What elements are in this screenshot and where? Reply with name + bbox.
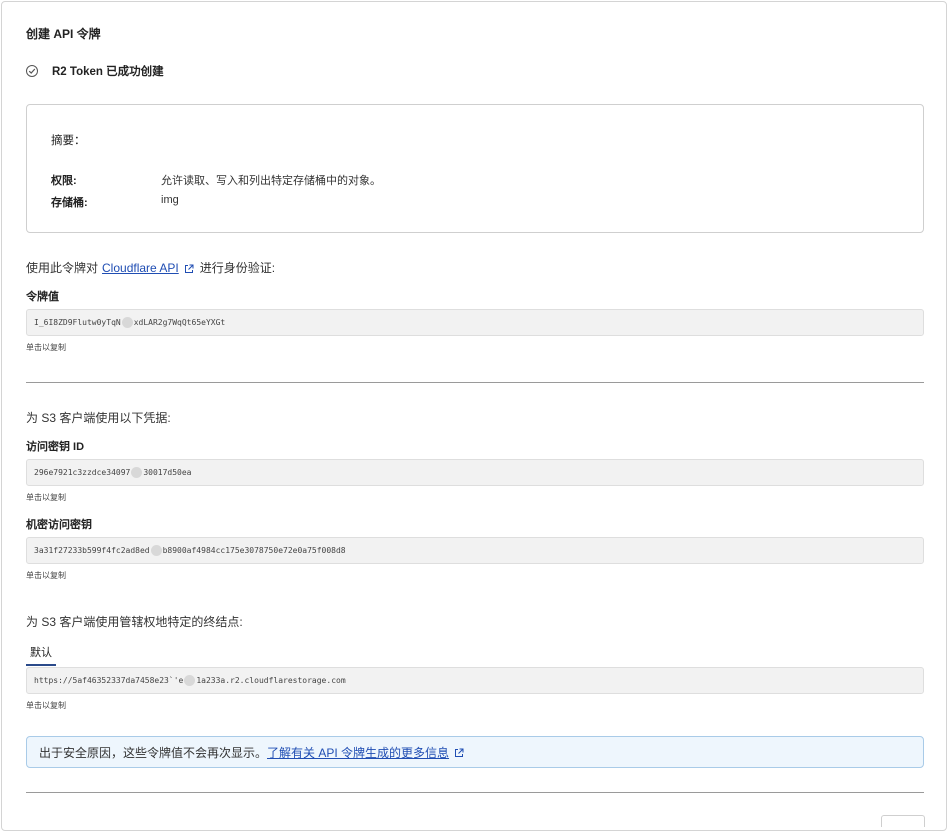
footer-button-partial[interactable] (881, 815, 925, 827)
cloudflare-api-link[interactable]: Cloudflare API (102, 261, 179, 275)
s3-intro: 为 S3 客户端使用以下凭据: (26, 409, 171, 426)
access-key-copy-hint[interactable]: 单击以复制 (26, 492, 66, 503)
endpoint-start: https://5af46352337da7458e23` (34, 676, 174, 685)
success-text: R2 Token 已成功创建 (52, 63, 164, 79)
redaction-blur (151, 545, 162, 556)
secret-key-start: 3a31f27233b599f4fc2ad8ed (34, 546, 150, 555)
summary-value: 允许读取、写入和列出特定存储桶中的对象。 (161, 172, 381, 188)
endpoint-intro-text: 为 S3 客户端使用管辖权地特定的终结点: (26, 613, 243, 630)
secret-key-label: 机密访问密钥 (26, 516, 92, 532)
endpoint-copy-hint[interactable]: 单击以复制 (26, 700, 66, 711)
secret-key-end: b8900af4984cc175e3078750e72e0a75f008d8 (163, 546, 346, 555)
external-link-icon (454, 747, 464, 757)
notice-text: 出于安全原因，这些令牌值不会再次显示。 (39, 744, 267, 761)
page-title: 创建 API 令牌 (26, 25, 101, 42)
token-value-start: I_6I8ZD9Flutw0yTqN (34, 318, 121, 327)
redaction-blur (122, 317, 133, 328)
endpoint-end: 1a233a.r2.cloudflarestorage.com (196, 676, 345, 685)
footer-divider (26, 792, 924, 793)
summary-box: 摘要： 权限: 允许读取、写入和列出特定存储桶中的对象。 存储桶: img (26, 104, 924, 233)
auth-intro-suffix: 进行身份验证: (200, 259, 275, 276)
summary-label: 权限: (51, 172, 161, 188)
access-key-end: 30017d50ea (143, 468, 191, 477)
token-value-field[interactable]: I_6I8ZD9Flutw0yTqN xdLAR2g7WqQt65eYXGt (26, 309, 924, 336)
token-label: 令牌值 (26, 288, 59, 304)
token-copy-hint[interactable]: 单击以复制 (26, 342, 66, 353)
secret-key-copy-hint[interactable]: 单击以复制 (26, 570, 66, 581)
security-notice: 出于安全原因，这些令牌值不会再次显示。 了解有关 API 令牌生成的更多信息 (26, 736, 924, 768)
summary-row-permission: 权限: 允许读取、写入和列出特定存储桶中的对象。 (51, 172, 381, 188)
redaction-blur (184, 675, 195, 686)
token-value-end: xdLAR2g7WqQt65eYXGt (134, 318, 226, 327)
success-message: R2 Token 已成功创建 (26, 63, 164, 79)
endpoint-intro: 为 S3 客户端使用管辖权地特定的终结点: (26, 613, 243, 630)
endpoint-mid: 'e (174, 676, 184, 685)
learn-more-link[interactable]: 了解有关 API 令牌生成的更多信息 (267, 744, 449, 761)
access-key-start: 296e7921c3zzdce34097 (34, 468, 130, 477)
s3-intro-text: 为 S3 客户端使用以下凭据: (26, 409, 171, 426)
secret-key-field[interactable]: 3a31f27233b599f4fc2ad8ed b8900af4984cc17… (26, 537, 924, 564)
summary-heading: 摘要： (51, 132, 86, 148)
summary-value: img (161, 194, 179, 210)
summary-label: 存储桶: (51, 194, 161, 210)
endpoint-field[interactable]: https://5af46352337da7458e23` 'e 1a233a.… (26, 667, 924, 694)
access-key-label: 访问密钥 ID (26, 438, 84, 454)
auth-intro: 使用此令牌对 Cloudflare API 进行身份验证: (26, 259, 275, 276)
check-circle-icon (26, 65, 38, 77)
redaction-blur (131, 467, 142, 478)
external-link-icon (184, 263, 194, 273)
summary-row-bucket: 存储桶: img (51, 194, 179, 210)
tab-default[interactable]: 默认 (26, 641, 56, 666)
auth-intro-prefix: 使用此令牌对 (26, 259, 98, 276)
section-divider (26, 382, 924, 383)
access-key-field[interactable]: 296e7921c3zzdce34097 30017d50ea (26, 459, 924, 486)
